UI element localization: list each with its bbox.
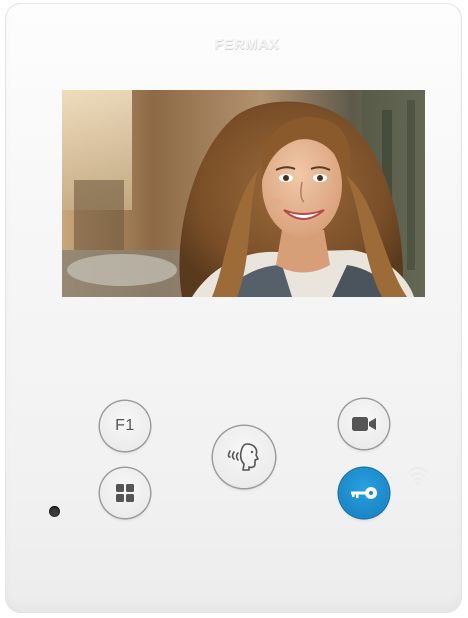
brand-logo: FERMAX <box>214 36 280 52</box>
grid-menu-icon <box>116 484 134 502</box>
menu-button[interactable] <box>100 468 150 518</box>
door-open-button[interactable] <box>339 468 389 518</box>
visitor-image <box>62 90 425 297</box>
video-screen <box>62 90 425 297</box>
f1-button[interactable]: F1 <box>100 401 150 451</box>
status-led <box>49 506 60 517</box>
intercom-monitor: FERMAX F1 <box>5 3 462 613</box>
key-icon <box>351 487 377 499</box>
talk-button[interactable] <box>213 426 275 488</box>
camera-button[interactable] <box>339 399 389 449</box>
wifi-icon <box>407 466 429 485</box>
video-camera-icon <box>352 417 376 431</box>
f1-button-label: F1 <box>115 417 135 434</box>
talk-speech-icon <box>227 443 259 471</box>
